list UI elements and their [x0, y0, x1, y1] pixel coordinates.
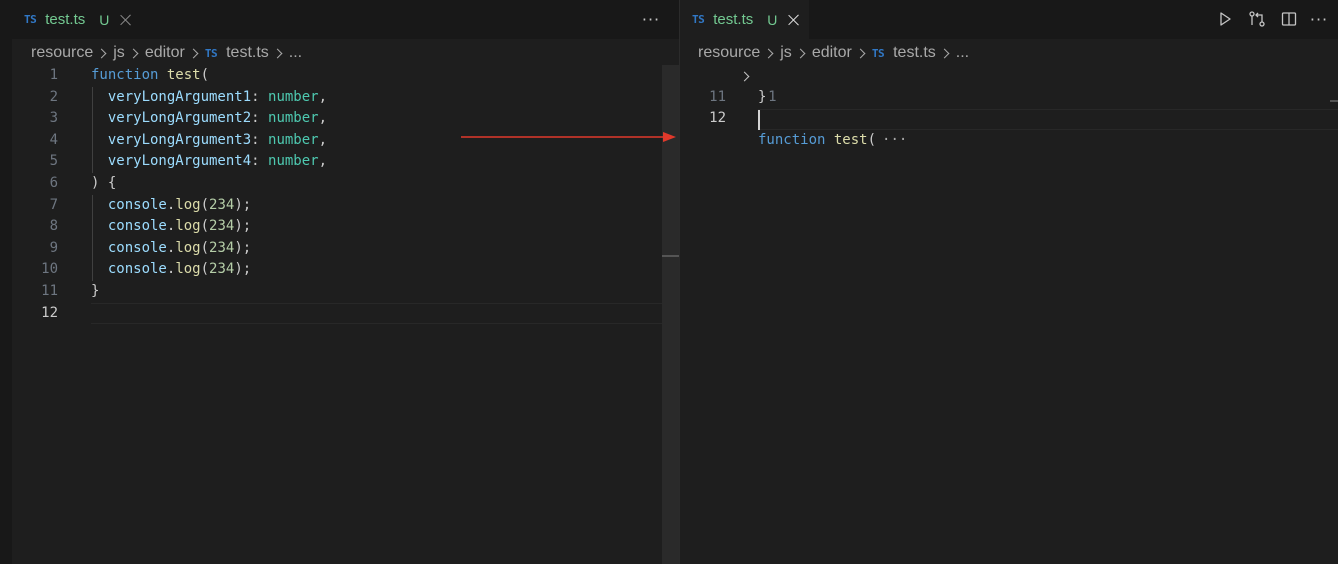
tab-label: test.ts	[713, 11, 754, 28]
close-icon[interactable]	[787, 13, 801, 27]
typescript-icon: TS	[204, 46, 218, 60]
breadcrumb: resource js editor TS test.ts ...	[31, 41, 302, 65]
chevron-right-icon	[272, 48, 283, 58]
chevron-right-icon	[855, 48, 866, 58]
breadcrumb-file[interactable]: TS test.ts	[205, 44, 289, 62]
line-number: 1	[49, 67, 58, 83]
annotation-arrow	[461, 132, 676, 142]
text-cursor	[758, 110, 760, 130]
breadcrumb-more[interactable]: ...	[956, 44, 969, 62]
breadcrumb-item[interactable]: editor	[145, 44, 205, 62]
typescript-icon: TS	[24, 13, 37, 26]
tab-test-ts-right[interactable]: TS test.ts U	[680, 0, 810, 39]
tab-bar-right: TS test.ts U ···	[680, 0, 1338, 39]
compare-changes-icon[interactable]	[1246, 8, 1268, 30]
typescript-icon: TS	[692, 13, 705, 26]
current-line-highlight	[758, 109, 1338, 130]
breadcrumb-file[interactable]: TS test.ts	[872, 44, 956, 62]
untracked-badge: U	[99, 11, 110, 28]
breadcrumb-item[interactable]: resource	[31, 44, 113, 62]
untracked-badge: U	[767, 11, 778, 28]
activity-strip	[0, 0, 12, 564]
more-actions-icon[interactable]: ···	[1308, 8, 1330, 30]
breadcrumb-item[interactable]: editor	[812, 44, 872, 62]
chevron-right-icon	[128, 48, 139, 58]
current-line-highlight	[91, 303, 679, 324]
chevron-right-icon	[188, 48, 199, 58]
chevron-right-icon[interactable]	[741, 71, 751, 81]
code-editor-right[interactable]: 1 function test(··· 11} 12	[680, 65, 1338, 564]
breadcrumb-item[interactable]: js	[780, 44, 812, 62]
chevron-right-icon	[939, 48, 950, 58]
folded-region-marker[interactable]: ···	[882, 132, 907, 148]
breadcrumb-item[interactable]: js	[113, 44, 145, 62]
tab-test-ts-left[interactable]: TS test.ts U	[12, 0, 142, 39]
run-icon[interactable]	[1214, 8, 1236, 30]
editor-pane-left: TS test.ts U ··· resource js editor TS te…	[12, 0, 679, 564]
chevron-right-icon	[763, 48, 774, 58]
breadcrumb: resource js editor TS test.ts ...	[698, 41, 969, 65]
breadcrumb-item[interactable]: resource	[698, 44, 780, 62]
chevron-right-icon	[795, 48, 806, 58]
scrollbar-indicator	[1330, 100, 1338, 102]
editor-pane-right: TS test.ts U ··· resource js editor TS te…	[680, 0, 1338, 564]
split-editor-icon[interactable]	[1278, 8, 1300, 30]
scrollbar-thumb[interactable]	[662, 255, 679, 257]
tab-bar-left: TS test.ts U ···	[12, 0, 679, 39]
breadcrumb-more[interactable]: ...	[289, 44, 302, 62]
typescript-icon: TS	[871, 46, 885, 60]
more-actions-icon[interactable]: ···	[640, 8, 662, 30]
chevron-right-icon	[96, 48, 107, 58]
line-number: 1	[768, 88, 777, 105]
close-icon[interactable]	[119, 13, 133, 27]
tab-label: test.ts	[45, 11, 86, 28]
